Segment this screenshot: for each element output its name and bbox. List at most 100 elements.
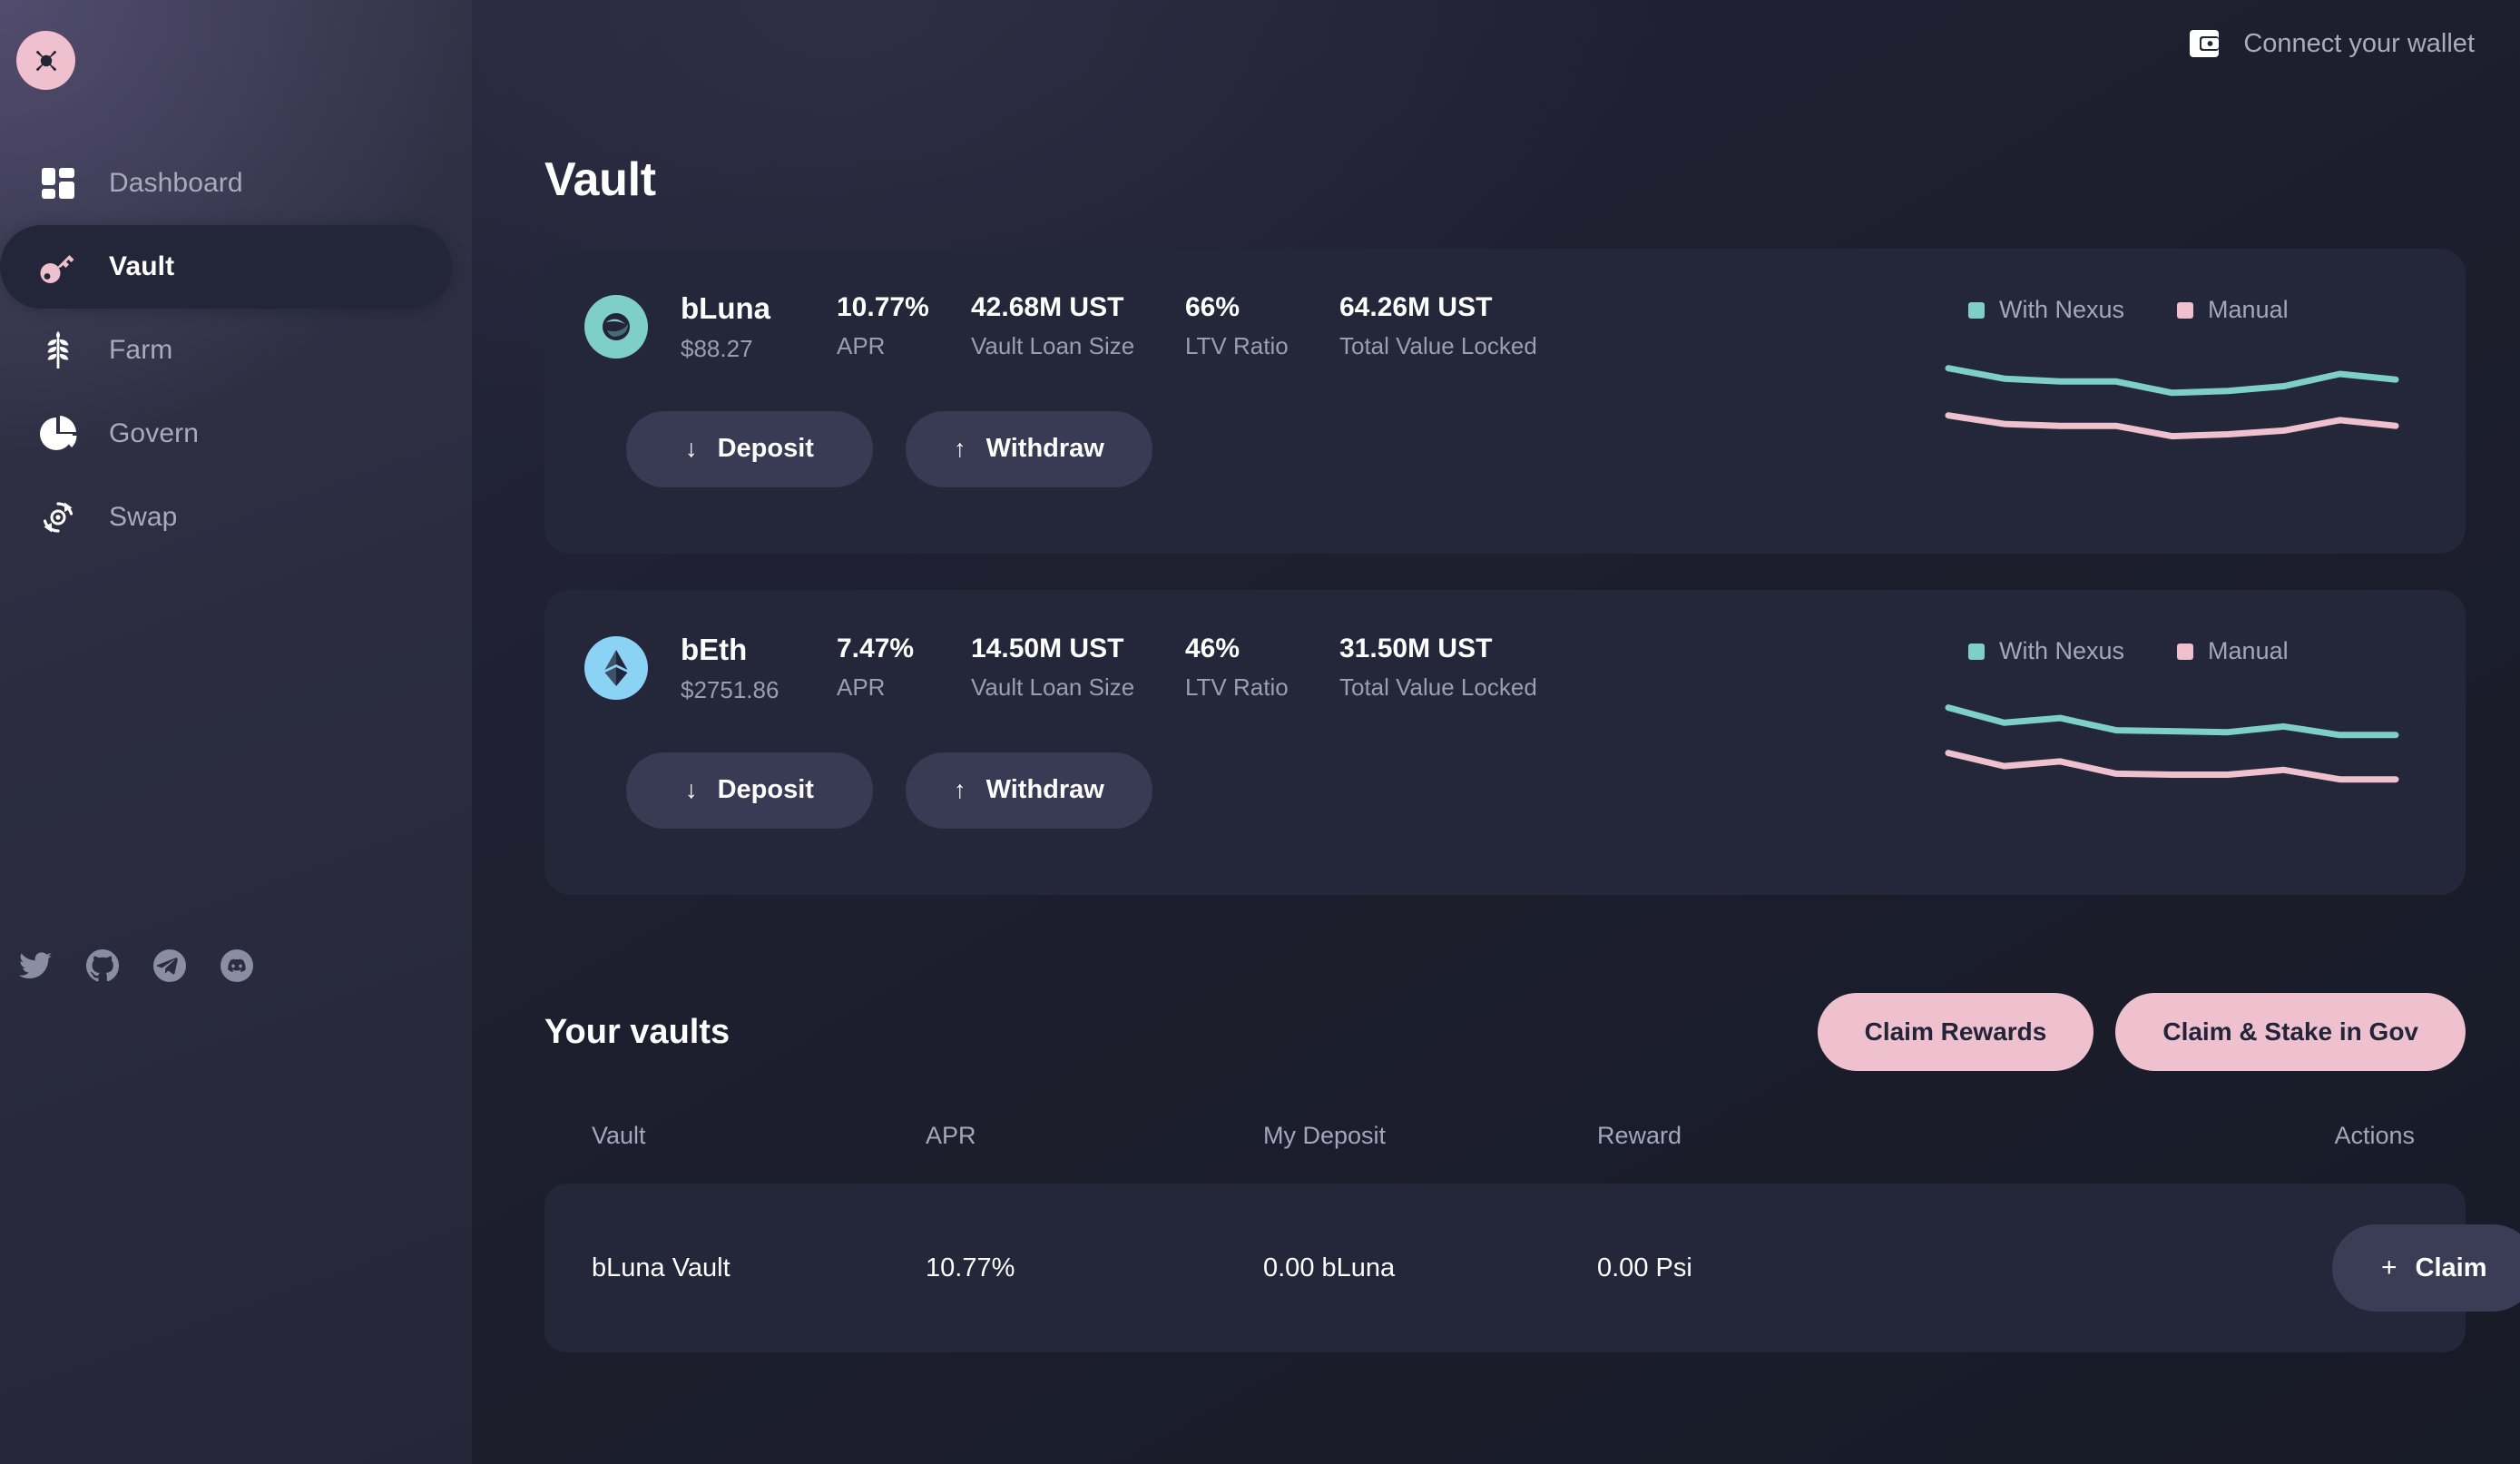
- wallet-icon: [2189, 28, 2220, 59]
- token-price: $88.27: [681, 336, 837, 362]
- deposit-button[interactable]: ↓ Deposit: [626, 752, 873, 829]
- connect-wallet-button[interactable]: Connect your wallet: [2189, 28, 2475, 59]
- stat-value: 66%: [1185, 292, 1339, 322]
- cell-actions: + Claim: [2332, 1224, 2520, 1312]
- twitter-icon[interactable]: [18, 948, 53, 983]
- cell-reward: 0.00 Psi: [1597, 1253, 2332, 1283]
- legend-swatch-icon: [1968, 302, 1985, 319]
- nexus-logo[interactable]: [16, 31, 75, 90]
- sidebar-item-farm[interactable]: Farm: [0, 309, 452, 392]
- sidebar-item-label: Govern: [109, 418, 199, 449]
- stat-value: 46%: [1185, 634, 1339, 663]
- chart-legend: With Nexus Manual: [1943, 296, 2415, 324]
- legend-swatch-icon: [2177, 644, 2193, 660]
- column-header-vault: Vault: [592, 1122, 926, 1150]
- token-symbol: bEth: [681, 634, 837, 666]
- withdraw-label: Withdraw: [986, 434, 1104, 464]
- plus-icon: +: [2381, 1253, 2397, 1283]
- sidebar-item-label: Vault: [109, 251, 174, 282]
- deposit-label: Deposit: [718, 434, 814, 464]
- terra-luna-icon: [584, 295, 648, 359]
- withdraw-button[interactable]: ↑ Withdraw: [906, 752, 1152, 829]
- arrow-up-icon: ↑: [954, 435, 966, 463]
- sidebar-item-swap[interactable]: Swap: [0, 476, 452, 559]
- stat-label: Total Value Locked: [1339, 333, 1537, 359]
- legend-swatch-icon: [1968, 644, 1985, 660]
- withdraw-button[interactable]: ↑ Withdraw: [906, 411, 1152, 487]
- deposit-button[interactable]: ↓ Deposit: [626, 411, 873, 487]
- wheat-icon: [38, 330, 78, 370]
- claim-and-stake-in-gov-button[interactable]: Claim & Stake in Gov: [2115, 993, 2466, 1071]
- table-header-row: Vault APR My Deposit Reward Actions: [544, 1109, 2466, 1162]
- page-title: Vault: [544, 152, 2482, 207]
- stat-value: 42.68M UST: [971, 292, 1185, 322]
- claim-button[interactable]: + Claim: [2332, 1224, 2520, 1312]
- withdraw-label: Withdraw: [986, 775, 1104, 805]
- table-row[interactable]: bLuna Vault 10.77% 0.00 bLuna 0.00 Psi +…: [544, 1184, 2466, 1352]
- nexus-star-icon: [29, 44, 64, 78]
- sidebar-item-label: Dashboard: [109, 168, 243, 199]
- stat-label: LTV Ratio: [1185, 674, 1339, 701]
- vault-stats: bLuna $88.27 10.77% APR 42.68M UST Vault…: [681, 292, 1537, 362]
- pie-chart-icon: [38, 414, 78, 454]
- your-vaults-title: Your vaults: [544, 1013, 730, 1052]
- stat-apr: 10.77% APR: [837, 292, 971, 359]
- stat-apr: 7.47% APR: [837, 634, 971, 701]
- column-header-reward: Reward: [1597, 1122, 2332, 1150]
- stat-label: Total Value Locked: [1339, 674, 1537, 701]
- legend-label: With Nexus: [1999, 296, 2124, 324]
- sidebar: Dashboard Vault: [0, 0, 472, 1464]
- main-content: Connect your wallet Vault bLuna $88.27: [472, 0, 2520, 1464]
- column-header-apr: APR: [926, 1122, 1263, 1150]
- discord-icon[interactable]: [220, 948, 254, 983]
- vault-stats: bEth $2751.86 7.47% APR 14.50M UST Vault…: [681, 634, 1537, 703]
- stat-ltv-ratio: 46% LTV Ratio: [1185, 634, 1339, 701]
- cell-vault-name: bLuna Vault: [592, 1253, 926, 1283]
- github-icon[interactable]: [85, 948, 120, 983]
- column-header-actions: Actions: [2332, 1122, 2415, 1150]
- topbar: Connect your wallet: [515, 0, 2482, 87]
- stat-total-value-locked: 64.26M UST Total Value Locked: [1339, 292, 1537, 359]
- arrow-up-icon: ↑: [954, 776, 966, 804]
- stat-label: APR: [837, 333, 971, 359]
- stat-value: 14.50M UST: [971, 634, 1185, 663]
- token-price: $2751.86: [681, 677, 837, 703]
- legend-item-with-nexus: With Nexus: [1968, 637, 2124, 665]
- claim-rewards-button[interactable]: Claim Rewards: [1818, 993, 2094, 1071]
- stat-vault-loan-size: 14.50M UST Vault Loan Size: [971, 634, 1185, 701]
- stat-value: 10.77%: [837, 292, 971, 322]
- stat-label: Vault Loan Size: [971, 674, 1185, 701]
- vault-sparkline-chart-beth: With Nexus Manual: [1943, 637, 2415, 794]
- sidebar-item-dashboard[interactable]: Dashboard: [0, 142, 452, 225]
- telegram-icon[interactable]: [152, 948, 187, 983]
- deposit-label: Deposit: [718, 775, 814, 805]
- token-symbol: bLuna: [681, 292, 837, 325]
- legend-item-manual: Manual: [2177, 296, 2289, 324]
- social-links: [18, 948, 254, 983]
- legend-label: Manual: [2208, 296, 2289, 324]
- your-vaults-actions: Claim Rewards Claim & Stake in Gov: [1818, 993, 2466, 1071]
- column-header-my-deposit: My Deposit: [1263, 1122, 1597, 1150]
- stat-value: 31.50M UST: [1339, 634, 1537, 663]
- your-vaults-table: Vault APR My Deposit Reward Actions bLun…: [544, 1109, 2466, 1352]
- vault-token: bEth $2751.86: [681, 634, 837, 703]
- stat-total-value-locked: 31.50M UST Total Value Locked: [1339, 634, 1537, 701]
- ethereum-icon: [584, 636, 648, 700]
- stat-ltv-ratio: 66% LTV Ratio: [1185, 292, 1339, 359]
- key-icon: [38, 247, 78, 287]
- your-vaults-header: Your vaults Claim Rewards Claim & Stake …: [544, 993, 2466, 1071]
- vault-card-bluna: bLuna $88.27 10.77% APR 42.68M UST Vault…: [544, 249, 2466, 554]
- stat-value: 64.26M UST: [1339, 292, 1537, 322]
- cell-my-deposit: 0.00 bLuna: [1263, 1253, 1597, 1283]
- chart-legend: With Nexus Manual: [1943, 637, 2415, 665]
- legend-label: Manual: [2208, 637, 2289, 665]
- sidebar-item-label: Farm: [109, 335, 172, 366]
- arrow-down-icon: ↓: [685, 435, 698, 463]
- sidebar-item-govern[interactable]: Govern: [0, 392, 452, 476]
- vault-card-beth: bEth $2751.86 7.47% APR 14.50M UST Vault…: [544, 590, 2466, 895]
- app-root: Dashboard Vault: [0, 0, 2520, 1464]
- sidebar-item-vault[interactable]: Vault: [0, 225, 452, 309]
- stat-vault-loan-size: 42.68M UST Vault Loan Size: [971, 292, 1185, 359]
- sparkline-svg: [1943, 685, 2401, 794]
- swap-icon: [38, 497, 78, 537]
